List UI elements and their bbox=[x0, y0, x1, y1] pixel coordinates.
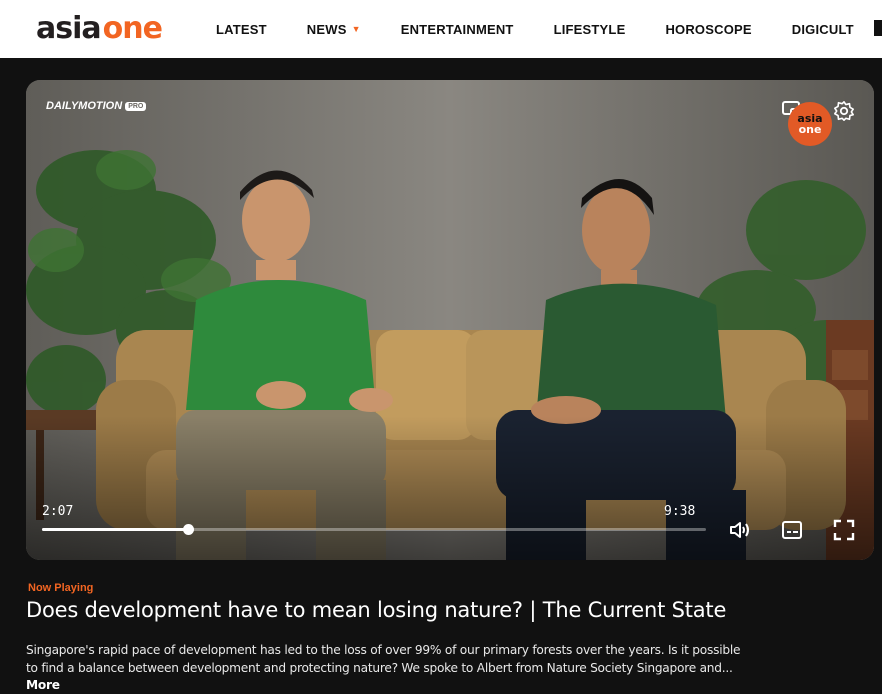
fullscreen-icon[interactable] bbox=[830, 516, 858, 544]
volume-icon[interactable] bbox=[726, 516, 754, 544]
asiaone-logo[interactable]: asia one bbox=[36, 11, 163, 46]
nav-entertainment[interactable]: ENTERTAINMENT bbox=[401, 22, 514, 37]
description-line: Singapore's rapid pace of development ha… bbox=[26, 643, 741, 657]
caret-down-icon: ▼ bbox=[351, 24, 361, 34]
current-time: 2:07 bbox=[42, 504, 74, 519]
description-line: to find a balance between development an… bbox=[26, 660, 733, 675]
now-playing-label: Now Playing bbox=[28, 582, 94, 594]
video-description: Singapore's rapid pace of development ha… bbox=[26, 642, 876, 694]
top-navigation: asia one LATEST NEWS ▼ ENTERTAINMENT LIFES… bbox=[0, 0, 882, 58]
nav-digicult[interactable]: DIGICULT bbox=[792, 22, 854, 37]
main-nav: LATEST NEWS ▼ ENTERTAINMENT LIFESTYLE HOR… bbox=[216, 0, 882, 58]
video-frame bbox=[26, 80, 874, 560]
progress-thumb[interactable] bbox=[183, 524, 195, 535]
nav-overflow-indicator bbox=[874, 20, 882, 36]
progress-bar[interactable] bbox=[42, 524, 706, 535]
nav-latest[interactable]: LATEST bbox=[216, 22, 267, 37]
progress-fill bbox=[42, 528, 189, 531]
total-duration: 9:38 bbox=[664, 504, 696, 519]
asiaone-channel-badge: asia one bbox=[788, 102, 832, 146]
nav-news[interactable]: NEWS ▼ bbox=[307, 22, 361, 37]
settings-icon[interactable] bbox=[831, 98, 857, 124]
subtitles-icon[interactable] bbox=[778, 516, 806, 544]
video-title: Does development have to mean losing nat… bbox=[26, 598, 727, 622]
nav-horoscope[interactable]: HOROSCOPE bbox=[665, 22, 751, 37]
more-link[interactable]: More bbox=[26, 678, 60, 692]
nav-lifestyle[interactable]: LIFESTYLE bbox=[554, 22, 626, 37]
video-player[interactable]: DAILYMOTION PRO asia one 2:07 9:38 bbox=[26, 80, 874, 560]
dailymotion-logo: DAILYMOTION PRO bbox=[46, 100, 147, 112]
